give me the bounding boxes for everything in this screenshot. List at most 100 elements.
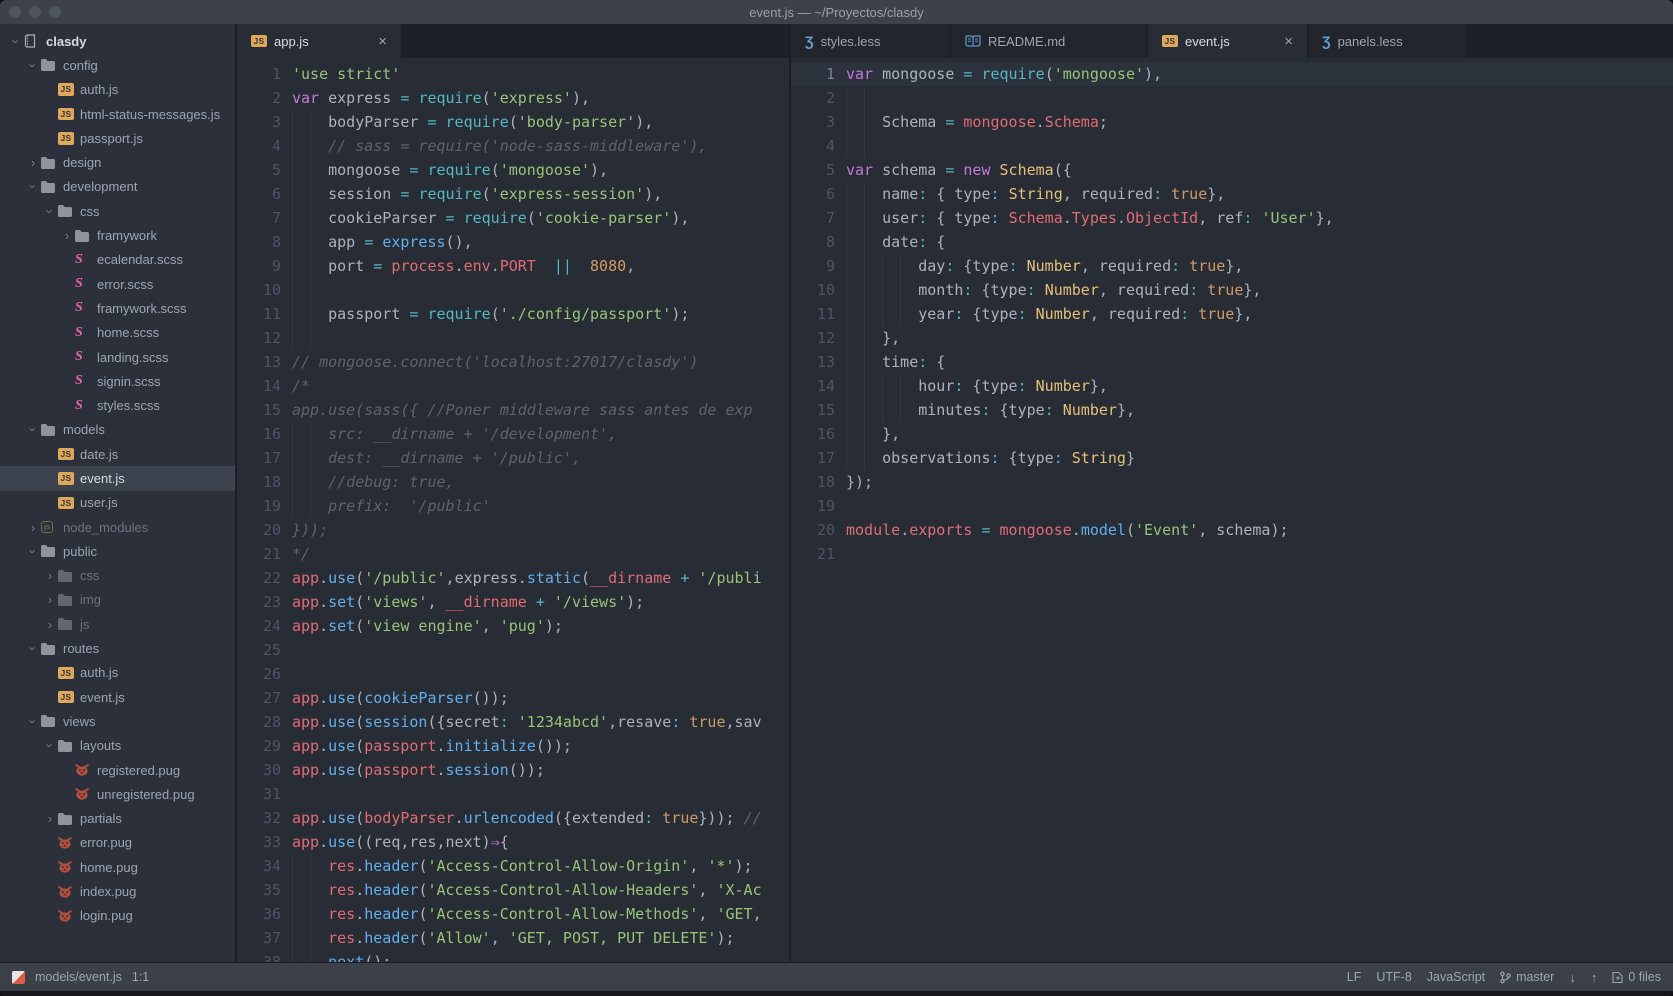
git-status-icon[interactable] (12, 970, 25, 984)
code-line[interactable]: 4 // sass = require('node-sass-middlewar… (237, 134, 789, 158)
tree-item-ecalendar-scss[interactable]: Secalendar.scss (0, 248, 235, 272)
code-line[interactable]: 11 passport = require('./config/passport… (237, 302, 789, 326)
git-push-icon[interactable]: ↑ (1591, 970, 1598, 985)
tree-item-js[interactable]: › js (0, 612, 235, 636)
chevron-down-icon[interactable]: › (26, 543, 41, 559)
code-line[interactable]: 22 app.use('/public',express.static(__dir… (237, 566, 789, 590)
chevron-down-icon[interactable]: › (43, 203, 58, 219)
code-line[interactable]: 25 (237, 638, 789, 662)
code-line[interactable]: 14 /* (237, 374, 789, 398)
tree-item-registered-pug[interactable]: registered.pug (0, 758, 235, 782)
tree-item-user-js[interactable]: JS user.js (0, 491, 235, 515)
tree-item-signin-scss[interactable]: Ssignin.scss (0, 369, 235, 393)
code-line[interactable]: 37 res.header('Allow', 'GET, POST, PUT D… (237, 926, 789, 950)
tab-readme-md[interactable]: README.md (951, 24, 1148, 58)
tree-item-error-scss[interactable]: Serror.scss (0, 272, 235, 296)
code-line[interactable]: 3 Schema = mongoose.Schema; (791, 110, 1673, 134)
code-line[interactable]: 34 res.header('Access-Control-Allow-Orig… (237, 854, 789, 878)
code-line[interactable]: 20})); (237, 518, 789, 542)
tree-item-views[interactable]: › views (0, 709, 235, 733)
code-line[interactable]: 10 (237, 278, 789, 302)
tree-item-framywork-scss[interactable]: Sframywork.scss (0, 296, 235, 320)
status-line-ending[interactable]: LF (1347, 970, 1362, 984)
code-line[interactable]: 2 var express = require('express'), (237, 86, 789, 110)
tree-item-partials[interactable]: › partials (0, 807, 235, 831)
chevron-right-icon[interactable]: › (42, 593, 58, 606)
tree-item-event-js[interactable]: JS event.js (0, 466, 235, 491)
tree-item-public[interactable]: › public (0, 539, 235, 563)
status-cursor-position[interactable]: 1:1 (132, 970, 149, 984)
code-line[interactable]: 16 }, (791, 422, 1673, 446)
code-line[interactable]: 4 (791, 134, 1673, 158)
tree-item-css[interactable]: › css (0, 564, 235, 588)
code-line[interactable]: 17 dest: __dirname + '/public', (237, 446, 789, 470)
chevron-right-icon[interactable]: › (25, 156, 41, 169)
code-line[interactable]: 21 (791, 542, 1673, 566)
code-line[interactable]: 5 mongoose = require('mongoose'), (237, 158, 789, 182)
code-line[interactable]: 23 app.set('views', __dirname + '/views')… (237, 590, 789, 614)
code-line[interactable]: 8 date: { (791, 230, 1673, 254)
tree-item-unregistered-pug[interactable]: unregistered.pug (0, 782, 235, 806)
editor-app-js[interactable]: 1 'use strict' 2 var express = require('exp… (237, 58, 789, 962)
tree-item-home-scss[interactable]: Shome.scss (0, 321, 235, 345)
code-line[interactable]: 27 app.use(cookieParser()); (237, 686, 789, 710)
tree-item-node-modules[interactable]: › js node_modules (0, 515, 235, 539)
code-line[interactable]: 6 name: { type: String, required: true}, (791, 182, 1673, 206)
tree-item-framywork[interactable]: › framywork (0, 223, 235, 247)
chevron-down-icon[interactable]: › (43, 738, 58, 754)
close-tab-icon[interactable]: × (1284, 34, 1293, 49)
tree-item-layouts[interactable]: › layouts (0, 734, 235, 758)
code-line[interactable]: 13 time: { (791, 350, 1673, 374)
tree-item-passport-js[interactable]: JS passport.js (0, 126, 235, 150)
code-line[interactable]: 26 (237, 662, 789, 686)
chevron-right-icon[interactable]: › (59, 229, 75, 242)
tree-item-css[interactable]: › css (0, 199, 235, 223)
code-line[interactable]: 10 month: {type: Number, required: true}… (791, 278, 1673, 302)
tree-item-development[interactable]: › development (0, 175, 235, 199)
git-pull-icon[interactable]: ↓ (1569, 970, 1576, 985)
status-encoding[interactable]: UTF-8 (1376, 970, 1411, 984)
tree-item-styles-scss[interactable]: Sstyles.scss (0, 393, 235, 417)
tree-item-event-js[interactable]: JS event.js (0, 685, 235, 709)
tab-styles-less[interactable]: Ʒstyles.less (791, 24, 951, 58)
code-line[interactable]: 9 day: {type: Number, required: true}, (791, 254, 1673, 278)
code-line[interactable]: 15 app.use(sass({ //Poner middleware sass… (237, 398, 789, 422)
code-line[interactable]: 32 app.use(bodyParser.urlencoded({extende… (237, 806, 789, 830)
tree-item-img[interactable]: › img (0, 588, 235, 612)
code-line[interactable]: 16 src: __dirname + '/development', (237, 422, 789, 446)
chevron-down-icon[interactable]: › (9, 33, 24, 49)
tree-item-login-pug[interactable]: login.pug (0, 904, 235, 928)
code-line[interactable]: 38 next(); (237, 950, 789, 962)
code-line[interactable]: 20 module.exports = mongoose.model('Event… (791, 518, 1673, 542)
code-line[interactable]: 7 user: { type: Schema.Types.ObjectId, r… (791, 206, 1673, 230)
code-line[interactable]: 5 var schema = new Schema({ (791, 158, 1673, 182)
code-line[interactable]: 24 app.set('view engine', 'pug'); (237, 614, 789, 638)
code-line[interactable]: 18 //debug: true, (237, 470, 789, 494)
code-line[interactable]: 33 app.use((req,res,next)⇒{ (237, 830, 789, 854)
code-line[interactable]: 21 */ (237, 542, 789, 566)
code-line[interactable]: 7 cookieParser = require('cookie-parser'… (237, 206, 789, 230)
code-line[interactable]: 19 (791, 494, 1673, 518)
code-line[interactable]: 17 observations: {type: String} (791, 446, 1673, 470)
code-line[interactable]: 36 res.header('Access-Control-Allow-Meth… (237, 902, 789, 926)
tree-item-index-pug[interactable]: index.pug (0, 879, 235, 903)
tab-event-js[interactable]: JS event.js × (1148, 24, 1308, 58)
code-line[interactable]: 12 (237, 326, 789, 350)
code-line[interactable]: 12 }, (791, 326, 1673, 350)
code-line[interactable]: 14 hour: {type: Number}, (791, 374, 1673, 398)
tab-panels-less[interactable]: Ʒpanels.less (1308, 24, 1468, 58)
chevron-down-icon[interactable]: › (26, 179, 41, 195)
tree-item-landing-scss[interactable]: Slanding.scss (0, 345, 235, 369)
code-line[interactable]: 28 app.use(session({secret: '1234abcd',re… (237, 710, 789, 734)
code-line[interactable]: 30 app.use(passport.session()); (237, 758, 789, 782)
tree-item-error-pug[interactable]: error.pug (0, 831, 235, 855)
tree-item-auth-js[interactable]: JS auth.js (0, 78, 235, 102)
code-line[interactable]: 35 res.header('Access-Control-Allow-Head… (237, 878, 789, 902)
code-line[interactable]: 19 prefix: '/public' (237, 494, 789, 518)
code-line[interactable]: 9 port = process.env.PORT || 8080, (237, 254, 789, 278)
code-line[interactable]: 6 session = require('express-session'), (237, 182, 789, 206)
chevron-right-icon[interactable]: › (42, 569, 58, 582)
status-language[interactable]: JavaScript (1427, 970, 1485, 984)
code-line[interactable]: 1 'use strict' (237, 62, 789, 86)
code-line[interactable]: 29 app.use(passport.initialize()); (237, 734, 789, 758)
